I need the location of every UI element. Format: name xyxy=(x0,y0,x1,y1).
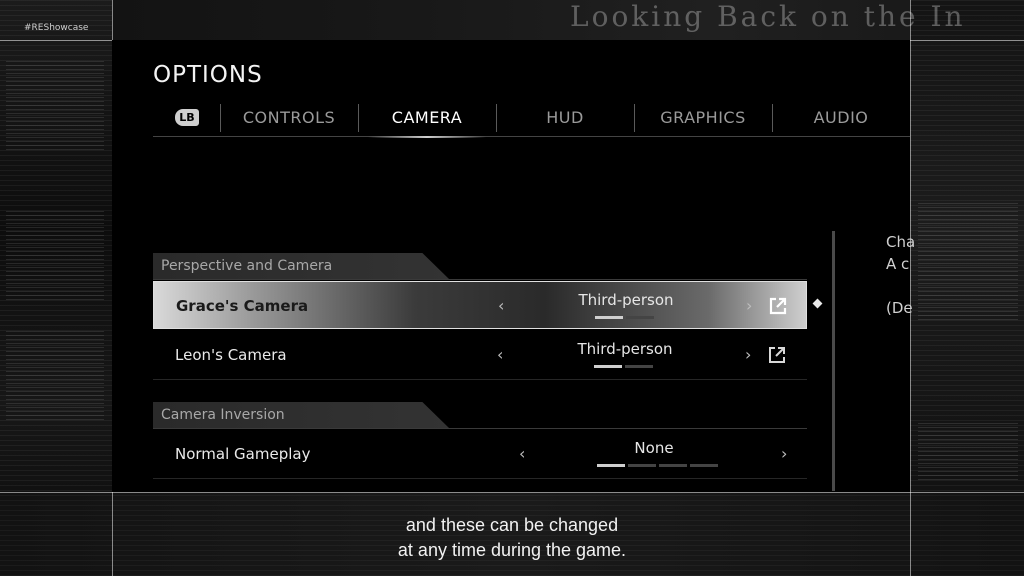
hashtag-watermark: #REShowcase xyxy=(24,23,89,33)
arrow-left-icon[interactable]: ‹ xyxy=(519,430,525,478)
tab-camera[interactable]: CAMERA xyxy=(358,100,496,138)
setting-value: None xyxy=(634,439,674,457)
tab-graphics[interactable]: GRAPHICS xyxy=(634,100,772,136)
description-line: A c xyxy=(886,255,910,273)
arrow-left-icon[interactable]: ‹ xyxy=(497,331,503,379)
section-divider xyxy=(153,279,807,280)
frame-line-right xyxy=(910,0,911,576)
background-newspaper-left xyxy=(0,0,112,576)
background-newspaper-right xyxy=(910,0,1024,576)
video-subtitle: and these can be changed at any time dur… xyxy=(0,513,1024,563)
value-step-indicator xyxy=(597,464,718,467)
page-title: OPTIONS xyxy=(153,62,263,88)
external-link-icon[interactable] xyxy=(768,296,788,316)
settings-scrollbar[interactable] xyxy=(832,231,835,491)
setting-row-normal-gameplay[interactable]: Normal Gameplay ‹ None › xyxy=(153,430,807,478)
row-divider xyxy=(153,478,807,479)
background-headline: Looking Back on the In xyxy=(570,0,966,33)
step-pip xyxy=(625,365,653,368)
step-pip xyxy=(659,464,687,467)
setting-label: Normal Gameplay xyxy=(175,445,311,463)
setting-row-leons-camera[interactable]: Leon's Camera ‹ Third-person › xyxy=(153,331,807,379)
section-divider xyxy=(153,428,807,429)
setting-label: Leon's Camera xyxy=(175,346,287,364)
setting-value: Third-person xyxy=(577,340,673,358)
section-header-perspective: Perspective and Camera xyxy=(153,253,449,279)
row-divider xyxy=(153,379,807,380)
description-default-line: (De xyxy=(886,299,913,317)
subtitle-line: and these can be changed xyxy=(405,515,619,535)
step-pip xyxy=(594,365,622,368)
step-pip xyxy=(626,316,654,319)
tab-controls[interactable]: CONTROLS xyxy=(220,100,358,136)
step-pip xyxy=(595,316,623,319)
value-step-indicator xyxy=(594,365,653,368)
arrow-right-icon[interactable]: › xyxy=(781,430,787,478)
step-pip xyxy=(690,464,718,467)
arrow-left-icon[interactable]: ‹ xyxy=(498,282,504,330)
arrow-right-icon[interactable]: › xyxy=(745,331,751,379)
options-tab-bar: LB CONTROLS CAMERA HUD GRAPHICS AUDIO xyxy=(153,100,910,138)
description-line: Cha xyxy=(886,233,916,251)
setting-value: Third-person xyxy=(578,291,674,309)
setting-row-graces-camera[interactable]: Grace's Camera ‹ Third-person › xyxy=(153,281,807,329)
step-pip xyxy=(628,464,656,467)
value-step-indicator xyxy=(595,316,654,319)
lb-bumper-icon[interactable]: LB xyxy=(175,109,199,126)
subtitle-line: at any time during the game. xyxy=(397,540,627,560)
setting-label: Grace's Camera xyxy=(176,297,309,315)
frame-line-bottom xyxy=(0,492,1024,493)
external-link-icon[interactable] xyxy=(767,345,787,365)
section-header-camera-inversion: Camera Inversion xyxy=(153,402,449,428)
arrow-right-icon[interactable]: › xyxy=(746,282,752,330)
step-pip xyxy=(597,464,625,467)
tab-audio[interactable]: AUDIO xyxy=(772,100,910,136)
tab-hud[interactable]: HUD xyxy=(496,100,634,136)
